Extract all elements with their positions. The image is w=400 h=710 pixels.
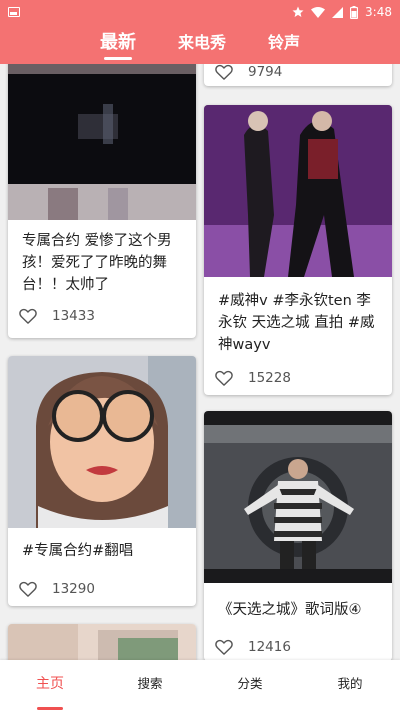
- card-caption: 专属合约 爱惨了这个男孩！爱死了了昨晚的舞台！！太帅了: [22, 233, 172, 293]
- video-thumbnail[interactable]: [204, 105, 392, 277]
- video-feed[interactable]: 专属合约 爱惨了这个男孩！爱死了了昨晚的舞台！！太帅了 13433 #专属合约#…: [0, 64, 400, 660]
- tab-ringtones[interactable]: 铃声: [268, 24, 300, 64]
- status-time: 3:48: [365, 5, 392, 19]
- wifi-icon: [311, 6, 326, 18]
- video-thumbnail[interactable]: [8, 64, 196, 220]
- like-count: 13433: [52, 308, 95, 324]
- heart-icon[interactable]: [214, 637, 234, 657]
- video-thumbnail[interactable]: [8, 356, 196, 528]
- like-count: 9794: [248, 64, 283, 80]
- heart-icon[interactable]: [18, 306, 38, 326]
- card-caption: #专属合约#翻唱: [22, 543, 134, 559]
- nav-search[interactable]: 搜索: [100, 660, 200, 710]
- like-row: 15228: [214, 368, 291, 388]
- top-tabs: 最新 来电秀 铃声: [0, 24, 400, 64]
- like-row: 12416: [214, 637, 291, 657]
- video-card[interactable]: [8, 624, 196, 660]
- like-count: 15228: [248, 370, 291, 386]
- like-row: 13290: [18, 579, 95, 599]
- nav-profile[interactable]: 我的: [300, 660, 400, 710]
- signal-icon: [332, 6, 344, 18]
- like-count: 13290: [52, 581, 95, 597]
- nav-home[interactable]: 主页: [0, 660, 100, 710]
- notification-icon: [292, 6, 304, 17]
- video-card[interactable]: #专属合约#翻唱 13290: [8, 356, 196, 606]
- image-icon: [8, 7, 20, 17]
- video-card[interactable]: 9794: [204, 64, 392, 86]
- card-caption: #威神v #李永钦ten 李永钦 天选之城 直拍 #威神wayv: [218, 293, 375, 353]
- video-card[interactable]: #威神v #李永钦ten 李永钦 天选之城 直拍 #威神wayv 15228: [204, 105, 392, 395]
- card-caption: 《天选之城》歌词版④: [218, 602, 362, 618]
- video-thumbnail[interactable]: [204, 411, 392, 583]
- like-row: 9794: [214, 64, 282, 82]
- status-bar: 3:48: [0, 0, 400, 24]
- heart-icon[interactable]: [214, 368, 234, 388]
- tab-call-show[interactable]: 来电秀: [178, 24, 226, 64]
- video-thumbnail[interactable]: [8, 624, 196, 660]
- heart-icon[interactable]: [214, 64, 234, 82]
- video-card[interactable]: 《天选之城》歌词版④ 12416: [204, 411, 392, 660]
- top-bar: 3:48 最新 来电秀 铃声: [0, 0, 400, 64]
- tab-latest[interactable]: 最新: [100, 24, 136, 64]
- bottom-nav: 主页 搜索 分类 我的: [0, 660, 400, 710]
- like-count: 12416: [248, 639, 291, 655]
- heart-icon[interactable]: [18, 579, 38, 599]
- nav-categories[interactable]: 分类: [200, 660, 300, 710]
- video-card[interactable]: 专属合约 爱惨了这个男孩！爱死了了昨晚的舞台！！太帅了 13433: [8, 64, 196, 338]
- like-row: 13433: [18, 306, 95, 326]
- battery-icon: [350, 5, 359, 19]
